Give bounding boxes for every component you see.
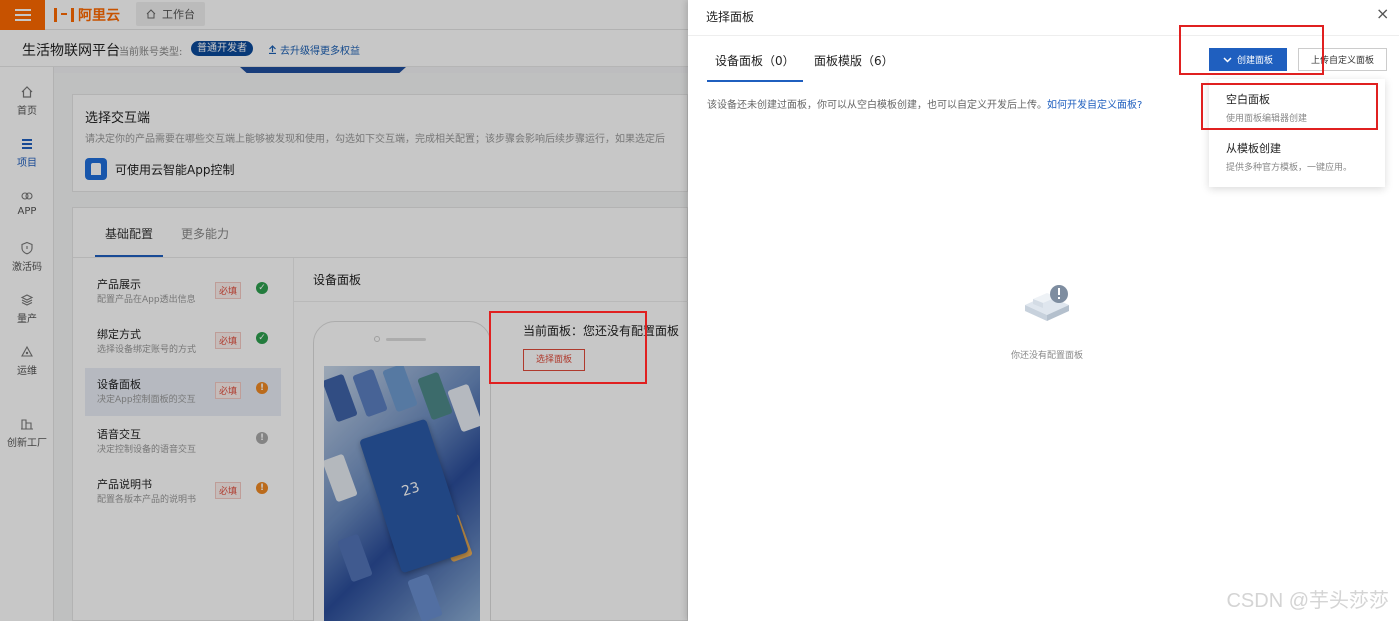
drawer-title: 选择面板 — [706, 10, 755, 24]
empty-box-icon — [1025, 285, 1069, 321]
dropdown-item-title: 从模板创建 — [1226, 142, 1281, 155]
tab-panel-templates[interactable]: 面板模版（6） — [814, 52, 894, 69]
dropdown-item-from-template[interactable]: 从模板创建 提供多种官方模板，一键应用。 — [1226, 140, 1352, 173]
highlight-box — [1179, 25, 1324, 75]
csdn-watermark: CSDN @芋头莎莎 — [1226, 590, 1389, 612]
highlight-box — [1201, 83, 1378, 130]
close-icon[interactable]: × — [1376, 4, 1389, 24]
drawer-hint: 该设备还未创建过面板，你可以从空白模板创建，也可以自定义开发后上传。如何开发自定… — [707, 96, 1142, 111]
highlight-box — [489, 311, 647, 384]
hint-text: 该设备还未创建过面板，你可以从空白模板创建，也可以自定义开发后上传。 — [707, 100, 1047, 111]
custom-panel-help-link[interactable]: 如何开发自定义面板? — [1047, 100, 1142, 111]
empty-state-text: 你还没有配置面板 — [1011, 351, 1084, 361]
tab-device-panels[interactable]: 设备面板（0） — [707, 52, 803, 82]
dropdown-item-desc: 提供多种官方模板，一键应用。 — [1226, 163, 1353, 173]
